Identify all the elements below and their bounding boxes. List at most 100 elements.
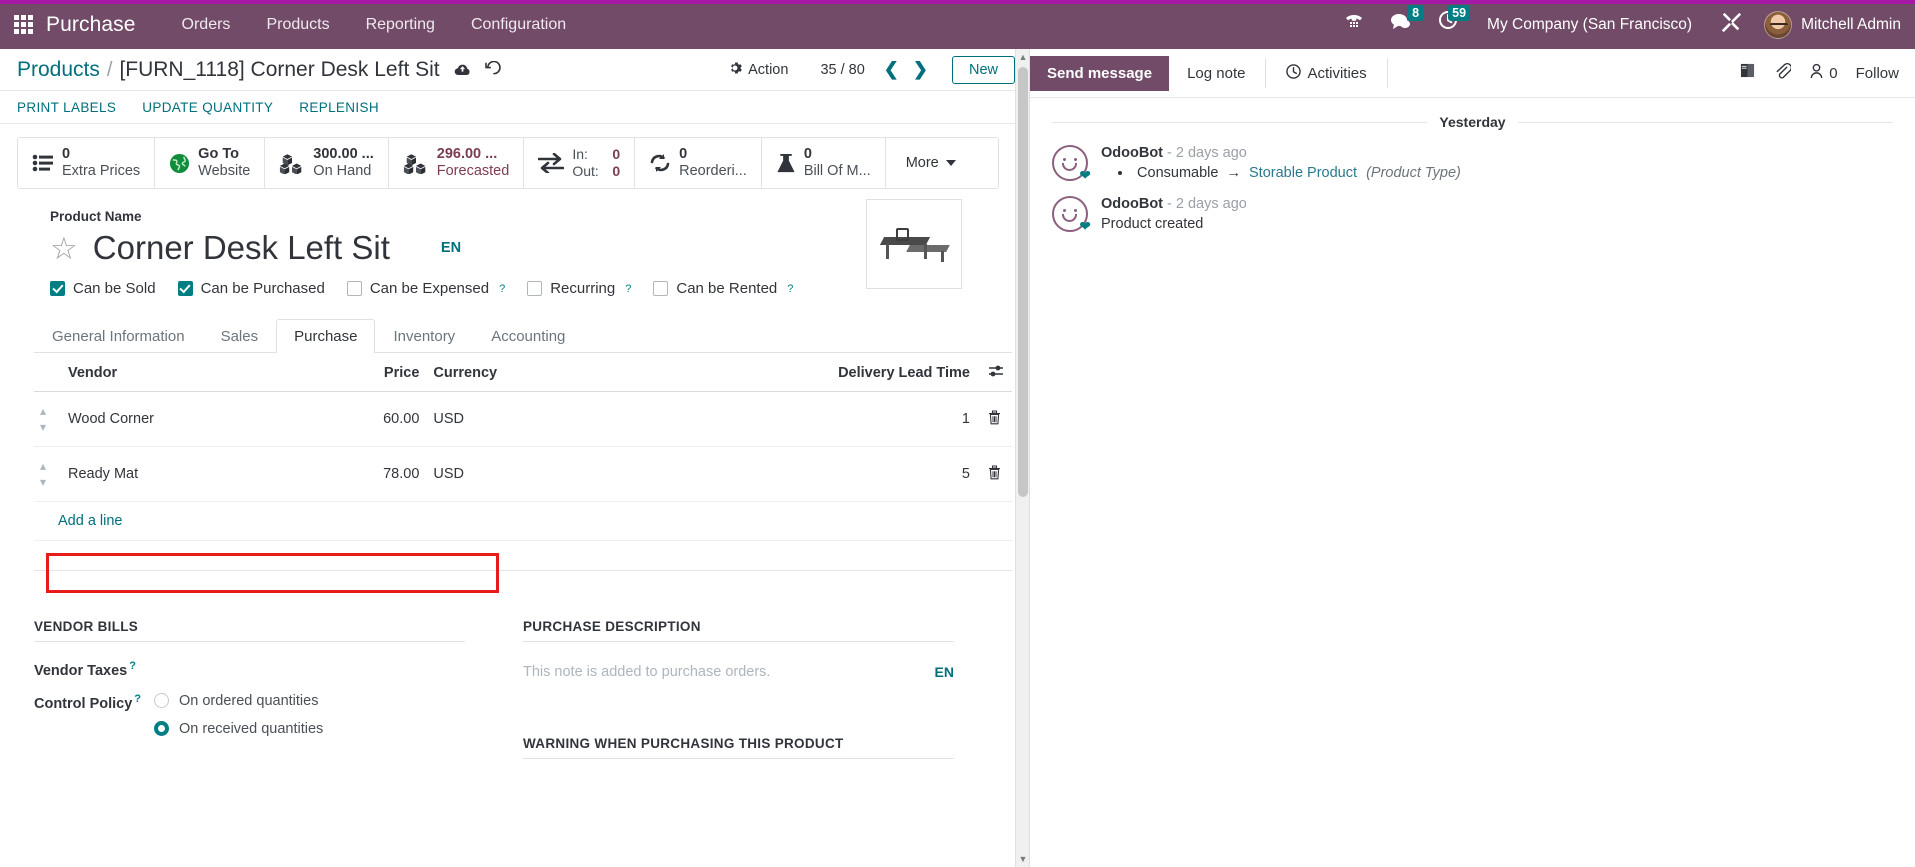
developer-tools-icon[interactable] [1710, 11, 1752, 38]
tab-purchase[interactable]: Purchase [276, 319, 376, 353]
activities-badge: 59 [1448, 5, 1471, 21]
messages-icon[interactable]: 8 [1379, 0, 1425, 49]
table-row[interactable]: ▴ ▾ Wood Corner 60.00 USD 1 [34, 391, 1012, 447]
help-tooltip-icon[interactable]: ? [134, 693, 141, 705]
help-tooltip-icon[interactable]: ? [787, 283, 793, 295]
app-brand-purchase[interactable]: Purchase [46, 13, 164, 37]
stat-value: 0 [803, 145, 812, 162]
chevron-right-icon[interactable]: ❯ [906, 59, 935, 80]
row-delete-button[interactable] [976, 391, 1012, 447]
purchase-description-field[interactable]: This note is added to purchase orders. E… [523, 660, 954, 680]
trash-icon[interactable] [988, 464, 1001, 483]
cell-price[interactable]: 78.00 [305, 446, 426, 502]
odoobot-avatar[interactable]: ❤ [1052, 145, 1091, 182]
update-quantity-button[interactable]: UPDATE QUANTITY [142, 100, 273, 115]
add-a-line-cell[interactable]: Add a line [34, 501, 1012, 541]
log-note-button[interactable]: Log note [1171, 56, 1261, 91]
checkbox-can-be-rented[interactable]: Can be Rented ? [653, 280, 793, 297]
favorite-star-icon[interactable]: ☆ [50, 233, 78, 264]
cell-currency[interactable]: USD [425, 391, 619, 447]
odoobot-avatar[interactable]: ❤ [1052, 196, 1091, 233]
stat-button-in-out[interactable]: In: 0 Out: 0 [524, 138, 636, 188]
help-tooltip-icon[interactable]: ? [129, 660, 136, 672]
send-message-button[interactable]: Send message [1030, 55, 1170, 91]
row-drag-handle[interactable]: ▴ ▾ [34, 391, 62, 447]
message-author[interactable]: OdooBot [1101, 196, 1163, 212]
form-scrollbar[interactable]: ▲ ▼ [1015, 49, 1029, 867]
th-vendor[interactable]: Vendor [62, 353, 306, 392]
tab-general-information[interactable]: General Information [34, 319, 203, 353]
add-a-line-row[interactable]: Add a line [34, 501, 1012, 541]
cell-lead-time[interactable]: 1 [618, 391, 976, 447]
activities-clock-icon[interactable]: 59 [1427, 0, 1471, 49]
add-a-line-link[interactable]: Add a line [58, 513, 123, 529]
cell-currency[interactable]: USD [425, 446, 619, 502]
stat-button-extra-prices[interactable]: 0 Extra Prices [18, 138, 156, 188]
follow-button[interactable]: Follow [1856, 65, 1899, 82]
vendor-taxes-label: Vendor Taxes? [34, 660, 154, 679]
row-drag-handle[interactable]: ▴ ▾ [34, 446, 62, 502]
menu-products[interactable]: Products [248, 2, 347, 47]
product-name-value[interactable]: Corner Desk Left Sit [93, 229, 390, 267]
checkbox-can-be-expensed[interactable]: Can be Expensed ? [346, 280, 505, 297]
breadcrumb-products-link[interactable]: Products [17, 58, 100, 82]
activities-button[interactable]: Activities [1270, 55, 1382, 92]
followers-button[interactable]: 0 [1809, 63, 1838, 83]
company-selector[interactable]: My Company (San Francisco) [1473, 16, 1706, 34]
radio-on-ordered-quantities[interactable]: On ordered quantities [154, 693, 323, 709]
print-labels-button[interactable]: PRINT LABELS [17, 100, 116, 115]
stat-button-bill-of-materials[interactable]: 0 Bill Of M... [762, 138, 886, 188]
stat-label: Extra Prices [62, 163, 141, 179]
discard-undo-icon[interactable] [484, 60, 502, 81]
caret-up-icon[interactable]: ▲ [1016, 49, 1029, 65]
book-icon[interactable] [1739, 63, 1756, 83]
help-tooltip-icon[interactable]: ? [499, 283, 505, 295]
voip-phone-icon[interactable] [1333, 0, 1375, 49]
th-delivery-lead-time[interactable]: Delivery Lead Time [618, 353, 976, 392]
drag-handle-icon[interactable]: ▴ ▾ [40, 404, 46, 434]
replenish-button[interactable]: REPLENISH [299, 100, 379, 115]
cell-vendor[interactable]: Wood Corner [62, 391, 306, 447]
cell-lead-time[interactable]: 5 [618, 446, 976, 502]
cloud-save-icon[interactable] [454, 63, 471, 81]
th-options[interactable] [976, 353, 1012, 392]
product-image[interactable] [866, 199, 962, 289]
translate-badge-description[interactable]: EN [935, 664, 954, 680]
chevron-left-icon[interactable]: ❮ [877, 59, 906, 80]
drag-handle-icon[interactable]: ▴ ▾ [40, 459, 46, 489]
checkbox-can-be-purchased[interactable]: Can be Purchased [177, 280, 325, 297]
column-options-icon[interactable] [988, 364, 1004, 381]
scrollbar-thumb[interactable] [1018, 67, 1028, 497]
cell-price[interactable]: 60.00 [305, 391, 426, 447]
translate-badge-name[interactable]: EN [441, 240, 461, 256]
apps-grid-icon[interactable] [0, 0, 46, 49]
stat-button-reordering-rules[interactable]: 0 Reorderi... [635, 138, 762, 188]
checkbox-can-be-sold[interactable]: Can be Sold [50, 280, 156, 297]
menu-reporting[interactable]: Reporting [348, 2, 453, 47]
th-price[interactable]: Price [305, 353, 426, 392]
stat-more-dropdown[interactable]: More [886, 138, 976, 188]
trash-icon[interactable] [988, 409, 1001, 428]
user-menu[interactable]: Mitchell Admin [1756, 10, 1901, 39]
stat-button-go-to-website[interactable]: Go To Website [155, 138, 266, 188]
tab-accounting[interactable]: Accounting [473, 319, 583, 353]
stat-button-forecasted[interactable]: 296.00 ... Forecasted [389, 138, 525, 188]
message-author[interactable]: OdooBot [1101, 145, 1163, 161]
caret-down-icon[interactable]: ▼ [1016, 851, 1029, 867]
checkbox-recurring[interactable]: Recurring ? [527, 280, 631, 297]
row-delete-button[interactable] [976, 446, 1012, 502]
cell-vendor[interactable]: Ready Mat [62, 446, 306, 502]
stat-value: 0 [62, 145, 71, 162]
th-currency[interactable]: Currency [425, 353, 619, 392]
paperclip-icon[interactable] [1774, 62, 1793, 84]
help-tooltip-icon[interactable]: ? [625, 283, 631, 295]
action-button[interactable]: Action [718, 61, 798, 79]
menu-configuration[interactable]: Configuration [453, 2, 584, 47]
table-row[interactable]: ▴ ▾ Ready Mat 78.00 USD 5 [34, 446, 1012, 502]
new-button[interactable]: New [951, 55, 1015, 84]
stat-button-on-hand[interactable]: 300.00 ... On Hand [265, 138, 389, 188]
tab-sales[interactable]: Sales [203, 319, 277, 353]
radio-on-received-quantities[interactable]: On received quantities [154, 721, 323, 737]
menu-orders[interactable]: Orders [164, 2, 249, 47]
tab-inventory[interactable]: Inventory [375, 319, 473, 353]
